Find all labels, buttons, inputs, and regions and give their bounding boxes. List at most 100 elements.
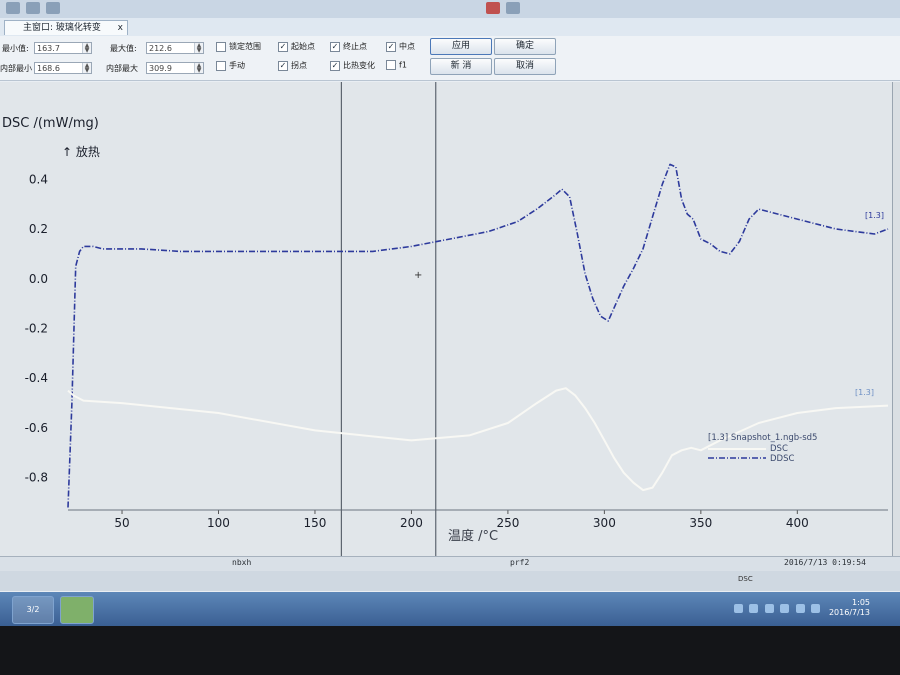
clock-date: 2016/7/13 <box>828 608 870 617</box>
analysis-controls: 最小值: 163.7 ▲ ▼ 最大值: 212.6 ▲ ▼ 内部最小 168.6 ▲… <box>0 36 900 81</box>
checkbox-endset[interactable]: ✓ 终止点 <box>330 41 367 52</box>
tray-icon[interactable] <box>733 603 743 613</box>
dsc-chart[interactable]: 0.4 0.2 0.0 -0.2 -0.4 -0.6 -0.8 50 100 150 200 250… <box>0 82 892 557</box>
new-button[interactable]: 新 消 <box>430 58 492 75</box>
y-tick-label: -0.6 <box>25 421 48 435</box>
curve-tag-dsc: [1.3] <box>865 211 884 220</box>
x-tick-label: 50 <box>114 516 129 530</box>
checkbox-label: 中点 <box>399 42 415 51</box>
toolbar-icon-3[interactable] <box>46 2 60 14</box>
confirm-button[interactable]: 确定 <box>494 38 556 55</box>
spin-arrows-icon[interactable]: ▲ ▼ <box>194 43 203 54</box>
network-icon[interactable] <box>795 603 805 613</box>
toolbar-icon-2[interactable] <box>26 2 40 14</box>
x-tick-label: 200 <box>400 516 423 530</box>
checkbox-manual[interactable]: 手动 <box>216 60 245 71</box>
apply-button[interactable]: 应用 <box>430 38 492 55</box>
x-axis-label: 温度 /°C <box>448 528 498 544</box>
checkbox-label: 拐点 <box>291 61 307 70</box>
spin-arrows-icon[interactable]: ▲ ▼ <box>194 63 203 74</box>
max-value: 212.6 <box>149 44 172 53</box>
legend-title: [1.3] Snapshot_1.ngb-sd5 <box>708 433 817 443</box>
toolbar-strip <box>0 0 900 18</box>
y-tick-label: -0.2 <box>25 321 48 335</box>
close-icon[interactable]: x <box>118 21 123 36</box>
max-label: 最大值: <box>110 44 137 53</box>
plot-window[interactable]: 0.4 0.2 0.0 -0.2 -0.4 -0.6 -0.8 50 100 150 200 250… <box>0 82 893 557</box>
inner-max-value: 309.9 <box>149 64 172 73</box>
tray-icon[interactable] <box>780 603 790 613</box>
tab-bar: 主窗口: 玻璃化转变 x <box>0 18 900 37</box>
status-bar: nbxh prf2 2016/7/13 0:19:54 <box>0 556 900 571</box>
tray-icon[interactable] <box>749 603 759 613</box>
tab-title: 主窗口: 玻璃化转变 <box>23 23 101 33</box>
taskbar-app-icon[interactable] <box>60 596 94 624</box>
min-value-field[interactable]: 163.7 ▲ ▼ <box>34 42 92 54</box>
x-tick-label: 150 <box>304 516 327 530</box>
series-dsc-line <box>67 163 889 508</box>
tray-icon[interactable] <box>764 603 774 613</box>
checkbox-label: 终止点 <box>343 42 367 51</box>
checkbox-label: 起始点 <box>291 42 315 51</box>
checkbox-inflection[interactable]: ✓ 拐点 <box>278 60 307 71</box>
y-tick-label: -0.4 <box>25 371 48 385</box>
curve-tag-ddsc: [1.3] <box>855 388 874 397</box>
inner-max-label: 内部最大 <box>106 64 138 73</box>
status-user: nbxh <box>232 558 252 567</box>
checkbox-onset[interactable]: ✓ 起始点 <box>278 41 315 52</box>
x-tick-label: 250 <box>496 516 519 530</box>
strip-label: DSC <box>738 575 753 583</box>
screen: 主窗口: 玻璃化转变 x 最小值: 163.7 ▲ ▼ 最大值: 212.6 ▲ ▼… <box>0 0 900 640</box>
checkbox-box[interactable] <box>386 60 396 70</box>
checkbox-box[interactable]: ✓ <box>330 41 340 52</box>
checkbox-label: 手动 <box>229 61 245 70</box>
checkbox-box[interactable] <box>216 41 226 52</box>
spin-arrows-icon[interactable]: ▲ ▼ <box>82 43 91 54</box>
legend-dsc-label: DSC <box>770 444 788 454</box>
checkbox-delta-cp[interactable]: ✓ 比热变化 <box>330 60 375 71</box>
crosshair-icon: + <box>414 270 422 281</box>
toolbar-icon-1[interactable] <box>6 2 20 14</box>
checkbox-label: 锁定范围 <box>229 42 261 51</box>
y-axis-label: DSC /(mW/mg) <box>2 116 99 131</box>
legend-ddsc-label: DDSC <box>770 454 794 464</box>
taskbar: 3/2 1:05 2016/7/13 <box>0 592 900 626</box>
secondary-strip: DSC <box>0 571 900 591</box>
toolbar-icon-5[interactable] <box>506 2 520 14</box>
checkbox-box[interactable]: ✓ <box>278 41 288 52</box>
cancel-button[interactable]: 取消 <box>494 58 556 75</box>
checkbox-box[interactable]: ✓ <box>278 60 288 71</box>
checkbox-f1[interactable]: f1 <box>386 60 407 70</box>
max-value-field[interactable]: 212.6 ▲ ▼ <box>146 42 204 54</box>
y-tick-label: 0.2 <box>29 222 48 236</box>
status-profile: prf2 <box>510 558 530 567</box>
checkbox-lock-range[interactable]: 锁定范围 <box>216 41 261 52</box>
monitor-bezel <box>0 626 900 675</box>
plot-panel: 0.4 0.2 0.0 -0.2 -0.4 -0.6 -0.8 50 100 150 200 250… <box>0 82 900 562</box>
inner-min-field[interactable]: 168.6 ▲ ▼ <box>34 62 92 74</box>
volume-icon[interactable] <box>811 603 821 613</box>
taskbar-button-1[interactable]: 3/2 <box>12 596 54 624</box>
min-label: 最小值: <box>2 44 29 53</box>
clock[interactable]: 1:05 2016/7/13 <box>829 598 870 618</box>
x-tick-label: 400 <box>786 516 809 530</box>
checkbox-label: 比热变化 <box>343 61 375 70</box>
x-tick-label: 300 <box>593 516 616 530</box>
checkbox-box[interactable] <box>216 60 226 71</box>
min-value: 163.7 <box>37 44 60 53</box>
tab-main-window[interactable]: 主窗口: 玻璃化转变 x <box>4 20 128 35</box>
checkbox-box[interactable]: ✓ <box>330 60 340 71</box>
legend: [1.3] Snapshot_1.ngb-sd5 DSC DDSC <box>708 433 817 464</box>
y-tick-label: 0.4 <box>29 172 48 186</box>
exo-direction-label: ↑ 放热 <box>62 144 100 159</box>
inner-min-value: 168.6 <box>37 64 60 73</box>
spin-arrows-icon[interactable]: ▲ ▼ <box>82 63 91 74</box>
system-tray: 1:05 2016/7/13 <box>730 598 870 620</box>
y-tick-label: 0.0 <box>29 272 48 286</box>
clock-time: 1:05 <box>852 598 870 607</box>
x-tick-label: 100 <box>207 516 230 530</box>
inner-max-field[interactable]: 309.9 ▲ ▼ <box>146 62 204 74</box>
checkbox-midpoint[interactable]: ✓ 中点 <box>386 41 415 52</box>
checkbox-box[interactable]: ✓ <box>386 41 396 52</box>
toolbar-icon-4[interactable] <box>486 2 500 14</box>
